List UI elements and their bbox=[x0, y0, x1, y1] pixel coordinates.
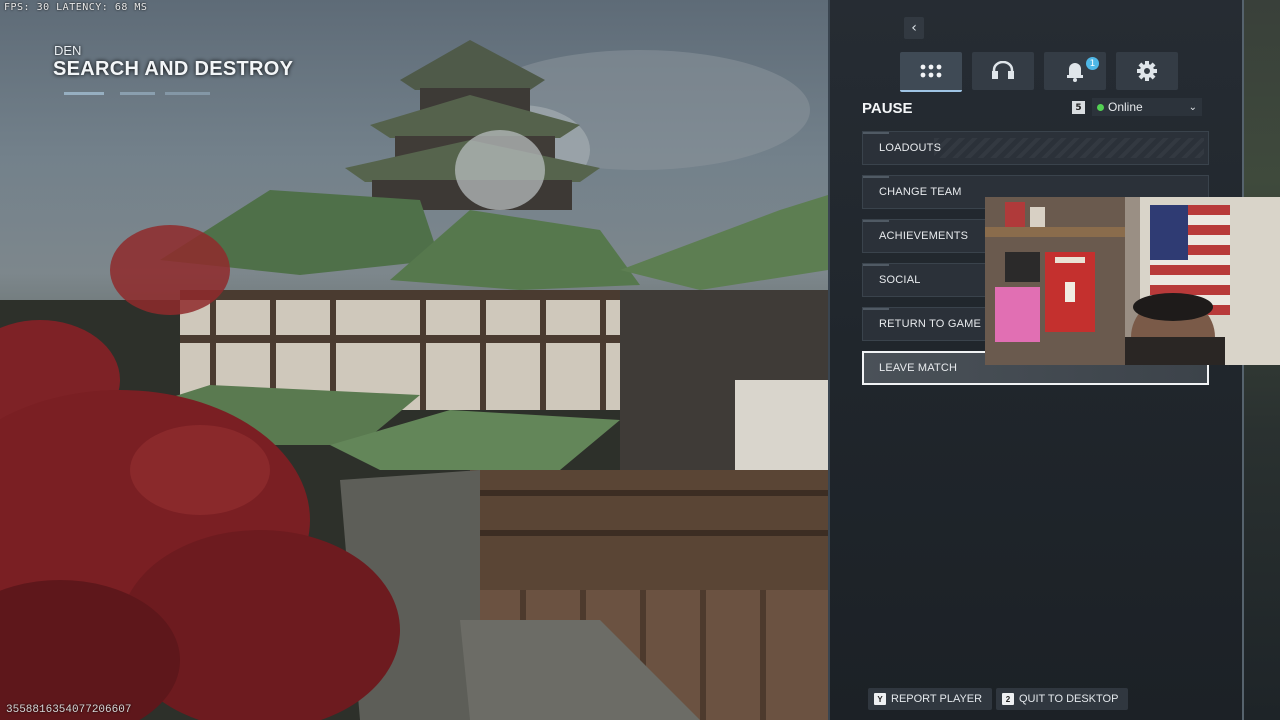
hud-decoration-bar bbox=[120, 92, 155, 95]
menu-item-label: RETURN TO GAME bbox=[879, 318, 982, 330]
grid-icon bbox=[920, 64, 942, 78]
menu-accent bbox=[863, 220, 889, 222]
online-status-select[interactable]: Online ⌄ bbox=[1092, 98, 1202, 116]
headset-icon bbox=[992, 61, 1014, 79]
menu-item-label: CHANGE TEAM bbox=[879, 186, 962, 198]
tab-notifications[interactable]: 1 bbox=[1044, 52, 1106, 90]
menu-stripes bbox=[934, 138, 1204, 158]
chevron-down-icon: ⌄ bbox=[1188, 101, 1197, 113]
report-player-button[interactable]: Y REPORT PLAYER bbox=[868, 688, 993, 710]
report-key-hint: Y bbox=[874, 693, 886, 705]
map-name: DEN bbox=[54, 43, 82, 58]
online-status-label: Online bbox=[1108, 100, 1143, 114]
fps-latency-readout: FPS: 30 LATENCY: 68 MS bbox=[4, 2, 148, 13]
game-mode-title: SEARCH AND DESTROY bbox=[53, 58, 294, 80]
session-id: 3558816354077206607 bbox=[6, 704, 132, 716]
report-player-label: REPORT PLAYER bbox=[891, 693, 983, 705]
quit-key-hint: 2 bbox=[1002, 693, 1014, 705]
party-count: 5 bbox=[1072, 101, 1085, 114]
pagoda-scene bbox=[0, 40, 828, 720]
hud-decoration-bar bbox=[165, 92, 210, 95]
tab-menu[interactable] bbox=[900, 52, 962, 92]
tab-comms[interactable] bbox=[972, 52, 1034, 90]
menu-item-label: ACHIEVEMENTS bbox=[879, 230, 969, 242]
notification-badge: 1 bbox=[1086, 57, 1099, 70]
webcam-overlay bbox=[985, 197, 1280, 365]
online-status-dot bbox=[1097, 103, 1104, 111]
webcam-feed bbox=[985, 197, 1280, 365]
menu-accent bbox=[863, 176, 889, 178]
tab-settings[interactable] bbox=[1116, 52, 1178, 90]
menu-item-label: SOCIAL bbox=[879, 274, 921, 286]
gear-icon bbox=[1137, 61, 1157, 81]
menu-accent bbox=[863, 308, 889, 310]
page-title: PAUSE bbox=[862, 100, 913, 117]
menu-accent bbox=[863, 132, 889, 134]
menu-item-label: LEAVE MATCH bbox=[879, 362, 958, 374]
bell-icon bbox=[1067, 63, 1083, 82]
menu-accent bbox=[863, 264, 889, 266]
quit-to-desktop-label: QUIT TO DESKTOP bbox=[1019, 693, 1119, 705]
back-button[interactable]: ‹ bbox=[904, 17, 924, 39]
chevron-left-icon: ‹ bbox=[911, 20, 917, 36]
quit-to-desktop-button[interactable]: 2 QUIT TO DESKTOP bbox=[996, 688, 1129, 710]
menu-item-loadouts[interactable]: LOADOUTS bbox=[862, 131, 1209, 165]
hud-decoration-bar bbox=[64, 92, 104, 95]
game-viewport: FPS: 30 LATENCY: 68 MS DEN SEARCH AND DE… bbox=[0, 0, 828, 720]
menu-item-label: LOADOUTS bbox=[879, 142, 942, 154]
